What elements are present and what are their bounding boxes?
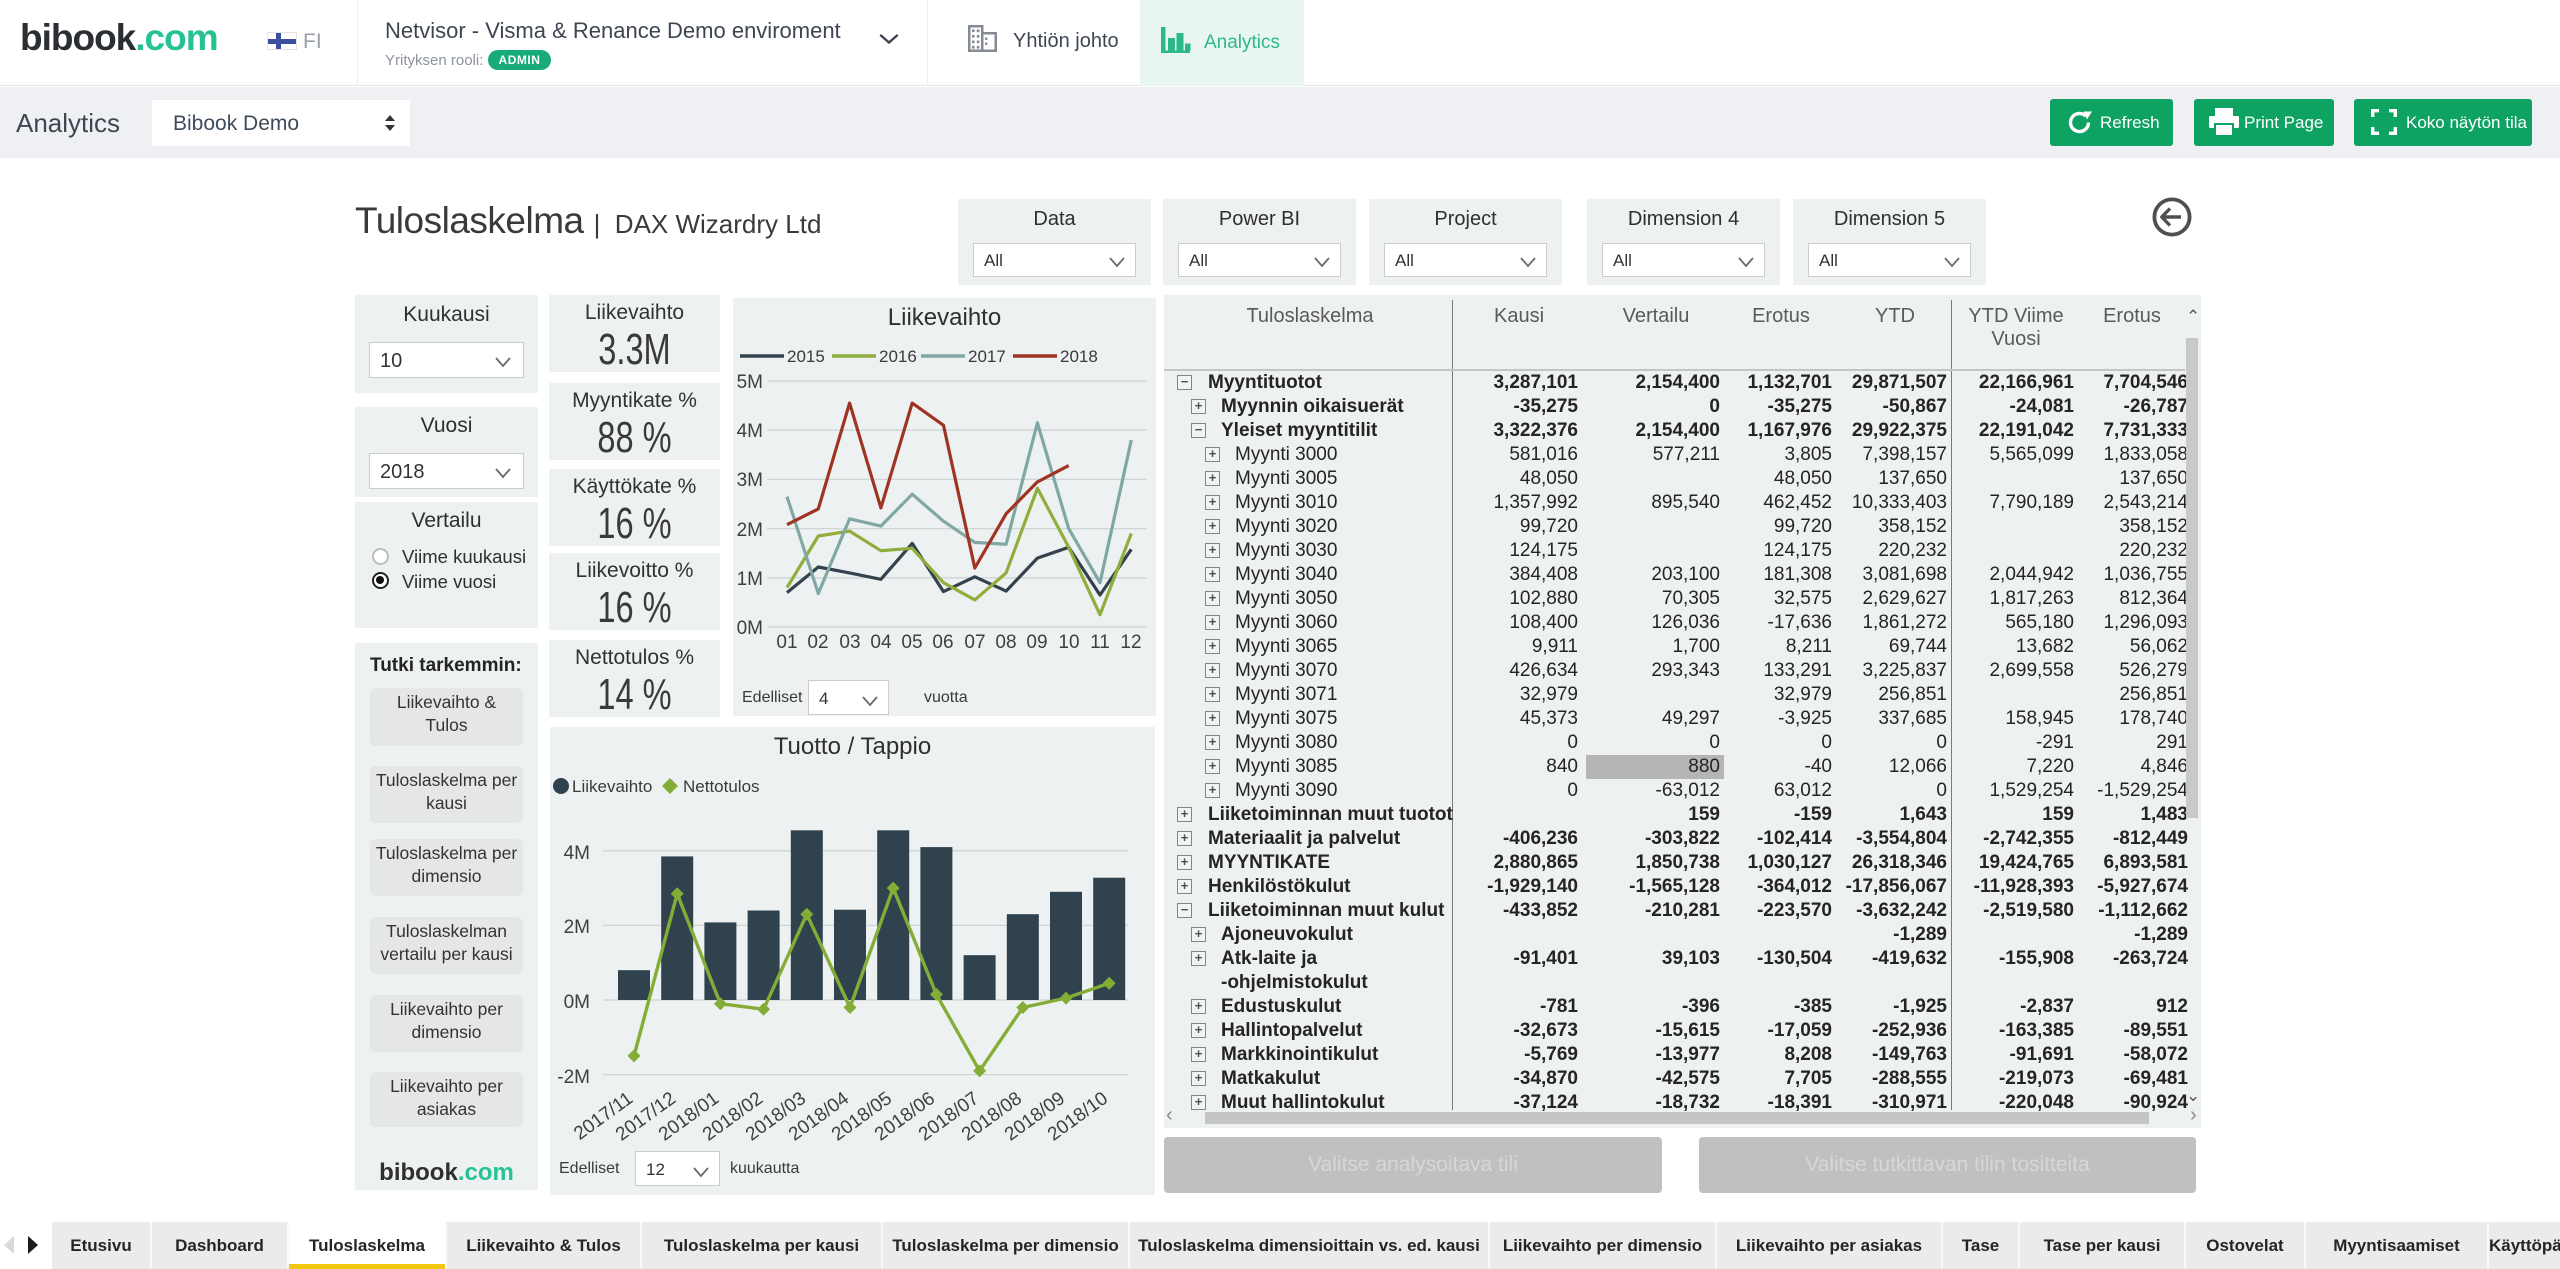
svg-text:0M: 0M <box>564 992 590 1013</box>
svg-text:06: 06 <box>932 632 953 653</box>
svg-text:2016: 2016 <box>879 347 917 366</box>
svg-text:11: 11 <box>1090 632 1110 653</box>
svg-text:02: 02 <box>807 632 828 653</box>
svg-text:04: 04 <box>870 632 892 653</box>
svg-text:08: 08 <box>995 632 1016 653</box>
svg-text:2017: 2017 <box>968 347 1006 366</box>
svg-text:2M: 2M <box>737 520 763 541</box>
svg-text:4M: 4M <box>564 843 590 864</box>
svg-text:3M: 3M <box>737 470 763 491</box>
svg-text:-2M: -2M <box>557 1067 590 1088</box>
svg-text:05: 05 <box>901 632 922 653</box>
svg-text:5M: 5M <box>737 372 763 393</box>
svg-text:0M: 0M <box>737 618 763 639</box>
svg-text:2015: 2015 <box>787 347 825 366</box>
svg-text:Liikevaihto: Liikevaihto <box>572 777 652 796</box>
svg-text:10: 10 <box>1058 632 1079 653</box>
svg-text:12: 12 <box>1120 632 1141 653</box>
svg-text:09: 09 <box>1026 632 1047 653</box>
svg-text:01: 01 <box>776 632 797 653</box>
svg-text:2018: 2018 <box>1060 347 1098 366</box>
svg-text:03: 03 <box>839 632 860 653</box>
svg-text:07: 07 <box>964 632 985 653</box>
svg-text:4M: 4M <box>737 421 763 442</box>
svg-text:1M: 1M <box>737 569 763 590</box>
svg-text:2M: 2M <box>564 917 590 938</box>
svg-text:Nettotulos: Nettotulos <box>683 777 760 796</box>
